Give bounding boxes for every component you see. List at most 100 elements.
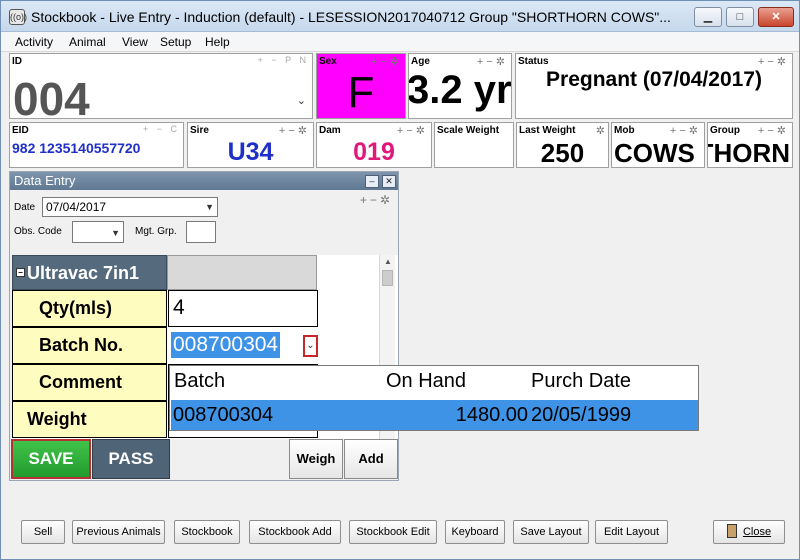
sex-panel: Sex +−✲ F	[316, 53, 406, 119]
menu-bar: Activity Animal View Setup Help	[1, 32, 799, 52]
last-weight-panel: Last Weight ✲ 250	[516, 122, 609, 168]
qty-label: Qty(mls)	[12, 290, 167, 327]
comment-label: Comment	[12, 364, 167, 401]
chevron-down-icon[interactable]: ⌄	[297, 94, 306, 107]
scale-weight-label: Scale Weight	[437, 125, 500, 136]
save-button[interactable]: SAVE	[11, 439, 91, 479]
stockbook-add-button[interactable]: Stockbook Add	[249, 520, 341, 544]
batch-no-label: Batch No.	[12, 327, 167, 364]
batch-no-value: 008700304	[171, 332, 281, 358]
group-value: SHORTHORN	[708, 138, 790, 168]
close-button[interactable]: Close	[713, 520, 785, 544]
sell-button[interactable]: Sell	[21, 520, 65, 544]
status-panel: Status +−✲ Pregnant (07/04/2017)	[515, 53, 793, 119]
obs-code-label: Obs. Code	[14, 226, 62, 237]
sire-value: U34	[227, 138, 274, 166]
purch-date-column-header: Purch Date	[531, 370, 632, 392]
panel-close-icon[interactable]: ✕	[382, 175, 396, 188]
status-label: Status	[518, 56, 549, 67]
mob-label: Mob	[614, 125, 635, 136]
obs-code-select[interactable]: ▼	[72, 221, 124, 243]
edit-layout-button[interactable]: Edit Layout	[595, 520, 668, 544]
window-title: Stockbook - Live Entry - Induction (defa…	[31, 9, 671, 25]
batch-option-batch: 008700304	[173, 404, 274, 426]
panel-controls-icon[interactable]: +−✲	[371, 55, 402, 68]
panel-controls-icon[interactable]: +−✲	[477, 55, 508, 68]
panel-controls-icon[interactable]: +−✲	[670, 124, 701, 137]
settings-icon[interactable]: ✲	[596, 124, 605, 137]
close-label: Close	[742, 526, 772, 538]
close-icon: ✕	[771, 11, 781, 23]
panel-minimize-icon[interactable]: –	[365, 175, 379, 188]
mob-panel: Mob +−✲ COWS	[611, 122, 705, 168]
maximize-button[interactable]: □	[726, 7, 754, 27]
mgt-grp-input[interactable]	[186, 221, 216, 243]
weigh-button[interactable]: Weigh	[289, 439, 343, 479]
minimize-icon: ▁	[703, 11, 713, 23]
last-weight-label: Last Weight	[519, 125, 576, 136]
title-bar: ((o)) Stockbook - Live Entry - Induction…	[1, 1, 799, 32]
sex-label: Sex	[319, 56, 337, 67]
id-value: 004	[13, 73, 90, 125]
sire-label: Sire	[190, 125, 209, 136]
scale-weight-panel: Scale Weight	[434, 122, 514, 168]
close-window-button[interactable]: ✕	[758, 7, 794, 27]
menu-help[interactable]: Help	[205, 35, 230, 49]
mob-value: COWS	[614, 138, 695, 168]
dam-panel: Dam +−✲ 019	[316, 122, 432, 168]
sex-value: F	[347, 68, 375, 117]
batch-no-field[interactable]: 008700304 ⌄	[168, 327, 318, 364]
dam-label: Dam	[319, 125, 341, 136]
chevron-down-icon[interactable]: ⌄	[303, 335, 318, 357]
panel-controls-icon[interactable]: +−✲	[279, 124, 310, 137]
group-panel: Group +−✲ SHORTHORN	[707, 122, 793, 168]
minimize-button[interactable]: ▁	[694, 7, 722, 27]
stockbook-button[interactable]: Stockbook	[174, 520, 240, 544]
date-value: 07/04/2017	[46, 200, 107, 214]
add-button[interactable]: Add	[344, 439, 398, 479]
panel-controls-icon[interactable]: +−✲	[758, 124, 789, 137]
sire-panel: Sire +−✲ U34	[187, 122, 314, 168]
maximize-icon: □	[736, 11, 744, 23]
status-value: Pregnant (07/04/2017)	[546, 68, 762, 91]
eid-panel-controls[interactable]: + − C	[143, 124, 180, 134]
menu-view[interactable]: View	[122, 35, 148, 49]
batch-option-purch-date: 20/05/1999	[531, 404, 632, 426]
previous-animals-button[interactable]: Previous Animals	[72, 520, 165, 544]
panel-controls-icon[interactable]: +−✲	[758, 55, 789, 68]
qty-input[interactable]: 4	[168, 290, 318, 327]
date-select[interactable]: 07/04/2017 ▼	[42, 197, 218, 217]
panel-controls-icon[interactable]: +−✲	[360, 193, 393, 207]
panel-controls-icon[interactable]: +−✲	[397, 124, 428, 137]
batch-option-row[interactable]: 008700304 1480.00 20/05/1999	[171, 400, 698, 430]
id-panel[interactable]: ID + − P N 004 ⌄	[9, 53, 313, 125]
pass-button[interactable]: PASS	[92, 439, 170, 479]
eid-panel: EID + − C 982 1235140557720	[9, 122, 184, 168]
menu-setup[interactable]: Setup	[160, 35, 191, 49]
data-entry-title: Data Entry	[10, 172, 398, 190]
stockbook-edit-button[interactable]: Stockbook Edit	[349, 520, 437, 544]
data-entry-panel: Data Entry – ✕ +−✲ Date 07/04/2017 ▼ Obs…	[9, 171, 399, 481]
menu-activity[interactable]: Activity	[15, 35, 53, 49]
dam-value: 019	[353, 138, 395, 166]
age-label: Age	[411, 56, 430, 67]
stockbook-window: ((o)) Stockbook - Live Entry - Induction…	[0, 0, 800, 560]
scroll-up-icon[interactable]: ▲	[384, 257, 392, 266]
on-hand-column-header: On Hand	[386, 370, 467, 392]
group-label: Group	[710, 125, 740, 136]
batch-column-header: Batch	[174, 370, 226, 392]
group-header-spacer	[167, 255, 317, 290]
keyboard-button[interactable]: Keyboard	[445, 520, 505, 544]
group-header[interactable]: − Ultravac 7in1	[12, 255, 167, 290]
scroll-thumb[interactable]	[382, 270, 393, 286]
collapse-icon[interactable]: −	[16, 268, 25, 277]
group-header-label: Ultravac 7in1	[27, 263, 140, 283]
date-label: Date	[14, 202, 36, 213]
age-panel: Age +−✲ 3.2 yr	[408, 53, 512, 119]
mgt-grp-label: Mgt. Grp.	[135, 226, 177, 237]
save-layout-button[interactable]: Save Layout	[513, 520, 589, 544]
id-panel-controls[interactable]: + − P N	[258, 55, 309, 65]
eid-value: 982 1235140557720	[12, 140, 141, 156]
menu-animal[interactable]: Animal	[69, 35, 106, 49]
age-value: 3.2 yr	[408, 68, 512, 112]
